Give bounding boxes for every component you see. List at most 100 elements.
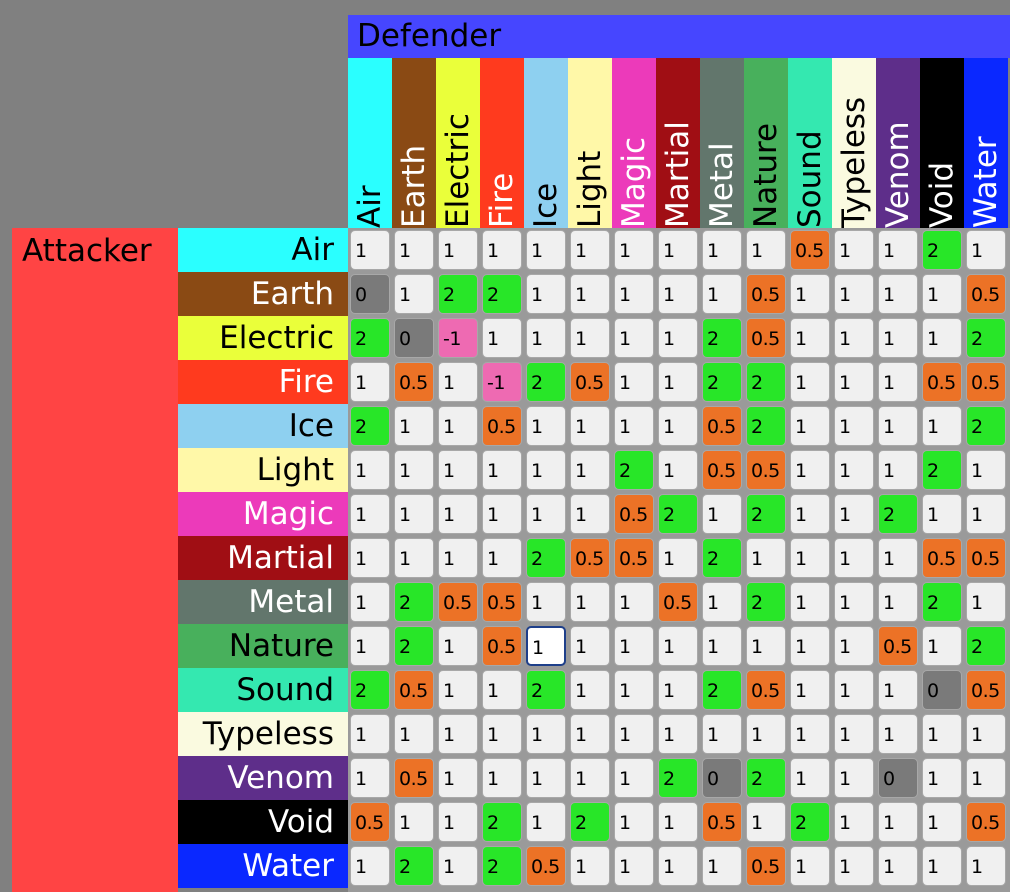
effectiveness-cell[interactable]: 0.5 bbox=[746, 318, 786, 358]
effectiveness-cell[interactable]: 1 bbox=[834, 582, 874, 622]
effectiveness-cell[interactable]: 0.5 bbox=[746, 450, 786, 490]
effectiveness-cell[interactable]: 1 bbox=[614, 626, 654, 666]
effectiveness-cell[interactable]: 1 bbox=[746, 230, 786, 270]
effectiveness-cell[interactable]: 1 bbox=[614, 582, 654, 622]
effectiveness-cell[interactable]: 1 bbox=[966, 582, 1006, 622]
effectiveness-cell[interactable]: 1 bbox=[570, 846, 610, 886]
effectiveness-cell[interactable]: 1 bbox=[966, 230, 1006, 270]
effectiveness-cell[interactable]: 1 bbox=[834, 538, 874, 578]
effectiveness-cell[interactable]: 0 bbox=[878, 758, 918, 798]
effectiveness-cell[interactable]: 0.5 bbox=[702, 450, 742, 490]
effectiveness-cell[interactable]: 0.5 bbox=[570, 362, 610, 402]
effectiveness-cell[interactable]: 1 bbox=[438, 846, 478, 886]
effectiveness-cell[interactable]: 1 bbox=[438, 714, 478, 754]
effectiveness-cell[interactable]: 1 bbox=[966, 714, 1006, 754]
effectiveness-cell[interactable]: 1 bbox=[438, 802, 478, 842]
effectiveness-cell[interactable]: 1 bbox=[878, 802, 918, 842]
effectiveness-cell[interactable]: 1 bbox=[438, 406, 478, 446]
effectiveness-cell[interactable]: 1 bbox=[482, 670, 522, 710]
effectiveness-cell[interactable]: 1 bbox=[570, 406, 610, 446]
effectiveness-cell[interactable]: 1 bbox=[878, 362, 918, 402]
effectiveness-cell[interactable]: 0.5 bbox=[482, 626, 522, 666]
effectiveness-cell[interactable]: 1 bbox=[702, 626, 742, 666]
effectiveness-cell[interactable]: 2 bbox=[394, 626, 434, 666]
effectiveness-cell[interactable]: 1 bbox=[790, 626, 830, 666]
effectiveness-cell[interactable]: 1 bbox=[834, 714, 874, 754]
effectiveness-cell[interactable]: 1 bbox=[702, 274, 742, 314]
effectiveness-cell[interactable]: 1 bbox=[878, 846, 918, 886]
effectiveness-cell[interactable]: 1 bbox=[966, 846, 1006, 886]
effectiveness-cell[interactable]: 1 bbox=[834, 758, 874, 798]
effectiveness-cell[interactable]: 0 bbox=[922, 670, 962, 710]
effectiveness-cell[interactable]: 1 bbox=[614, 274, 654, 314]
effectiveness-cell[interactable]: 1 bbox=[922, 846, 962, 886]
effectiveness-cell[interactable]: 1 bbox=[394, 714, 434, 754]
effectiveness-cell[interactable]: 1 bbox=[438, 758, 478, 798]
effectiveness-cell[interactable]: 2 bbox=[702, 318, 742, 358]
effectiveness-cell[interactable]: 0.5 bbox=[394, 362, 434, 402]
effectiveness-cell[interactable]: 1 bbox=[834, 274, 874, 314]
effectiveness-cell[interactable]: 1 bbox=[702, 846, 742, 886]
effectiveness-cell[interactable]: 1 bbox=[570, 626, 610, 666]
effectiveness-cell[interactable]: 1 bbox=[922, 318, 962, 358]
effectiveness-cell[interactable]: 1 bbox=[614, 758, 654, 798]
effectiveness-cell[interactable]: 1 bbox=[350, 494, 390, 534]
effectiveness-cell[interactable]: 1 bbox=[658, 538, 698, 578]
effectiveness-cell[interactable]: 2 bbox=[966, 318, 1006, 358]
effectiveness-cell[interactable]: 1 bbox=[350, 538, 390, 578]
effectiveness-cell[interactable]: 1 bbox=[790, 582, 830, 622]
effectiveness-cell[interactable]: 1 bbox=[614, 230, 654, 270]
effectiveness-cell[interactable]: 1 bbox=[614, 318, 654, 358]
effectiveness-cell[interactable]: 1 bbox=[350, 230, 390, 270]
effectiveness-cell[interactable]: 1 bbox=[966, 494, 1006, 534]
effectiveness-cell[interactable]: 2 bbox=[922, 582, 962, 622]
effectiveness-cell[interactable]: 2 bbox=[526, 362, 566, 402]
effectiveness-cell[interactable]: 1 bbox=[790, 450, 830, 490]
effectiveness-cell[interactable]: 1 bbox=[658, 626, 698, 666]
effectiveness-cell[interactable]: 1 bbox=[570, 450, 610, 490]
effectiveness-cell[interactable]: 0.5 bbox=[790, 230, 830, 270]
effectiveness-cell[interactable]: -1 bbox=[482, 362, 522, 402]
effectiveness-cell[interactable]: 1 bbox=[570, 714, 610, 754]
effectiveness-cell[interactable]: 2 bbox=[394, 582, 434, 622]
effectiveness-cell[interactable]: 0.5 bbox=[614, 494, 654, 534]
effectiveness-cell[interactable]: 1 bbox=[570, 494, 610, 534]
effectiveness-cell[interactable]: 1 bbox=[526, 274, 566, 314]
effectiveness-cell[interactable]: 1 bbox=[526, 758, 566, 798]
effectiveness-cell[interactable]: 1 bbox=[658, 318, 698, 358]
effectiveness-cell[interactable]: 1 bbox=[834, 626, 874, 666]
effectiveness-cell[interactable]: 1 bbox=[614, 846, 654, 886]
effectiveness-cell[interactable]: 1 bbox=[878, 318, 918, 358]
effectiveness-cell[interactable]: 1 bbox=[878, 274, 918, 314]
effectiveness-cell[interactable]: 1 bbox=[790, 406, 830, 446]
effectiveness-cell[interactable]: 0.5 bbox=[922, 362, 962, 402]
effectiveness-cell[interactable]: 1 bbox=[922, 274, 962, 314]
effectiveness-cell[interactable]: 1 bbox=[834, 494, 874, 534]
effectiveness-cell[interactable]: 2 bbox=[394, 846, 434, 886]
effectiveness-cell[interactable]: 1 bbox=[922, 494, 962, 534]
effectiveness-cell[interactable]: 1 bbox=[658, 846, 698, 886]
effectiveness-cell[interactable]: 1 bbox=[570, 318, 610, 358]
effectiveness-cell[interactable]: 0.5 bbox=[438, 582, 478, 622]
effectiveness-cell[interactable]: 1 bbox=[834, 318, 874, 358]
effectiveness-cell[interactable]: 2 bbox=[350, 318, 390, 358]
effectiveness-cell[interactable]: 1 bbox=[834, 406, 874, 446]
effectiveness-cell[interactable]: 1 bbox=[834, 362, 874, 402]
effectiveness-cell[interactable]: 2 bbox=[966, 626, 1006, 666]
effectiveness-cell[interactable]: 0.5 bbox=[966, 802, 1006, 842]
effectiveness-cell[interactable]: 1 bbox=[834, 450, 874, 490]
effectiveness-cell[interactable]: 1 bbox=[702, 494, 742, 534]
effectiveness-cell[interactable]: 2 bbox=[702, 538, 742, 578]
effectiveness-cell[interactable]: 0 bbox=[394, 318, 434, 358]
effectiveness-cell[interactable]: 1 bbox=[658, 802, 698, 842]
effectiveness-cell[interactable]: 1 bbox=[702, 714, 742, 754]
effectiveness-cell[interactable]: 1 bbox=[350, 582, 390, 622]
effectiveness-cell[interactable]: 2 bbox=[702, 670, 742, 710]
effectiveness-cell[interactable]: 0.5 bbox=[482, 406, 522, 446]
effectiveness-cell[interactable]: 1 bbox=[746, 626, 786, 666]
effectiveness-cell[interactable]: 1 bbox=[570, 230, 610, 270]
effectiveness-cell[interactable]: 1 bbox=[526, 230, 566, 270]
effectiveness-cell[interactable]: 1 bbox=[526, 802, 566, 842]
effectiveness-cell[interactable]: 0.5 bbox=[746, 670, 786, 710]
effectiveness-cell[interactable]: 2 bbox=[658, 758, 698, 798]
